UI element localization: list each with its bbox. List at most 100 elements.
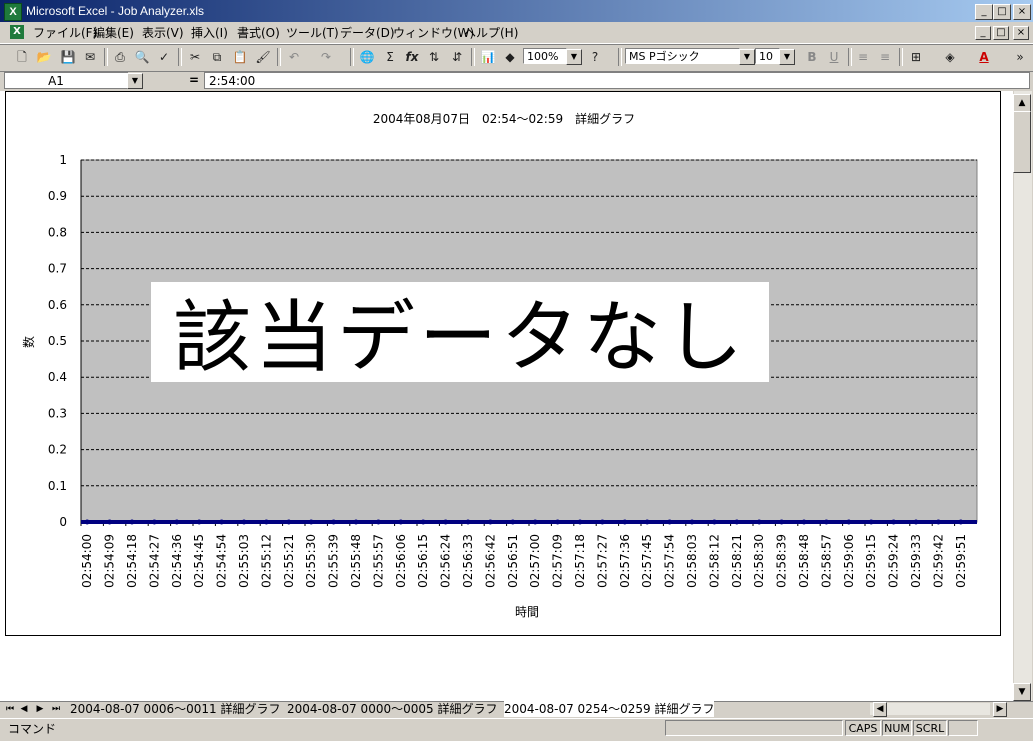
autosum-icon[interactable]: Σ	[380, 48, 400, 66]
scroll-thumb[interactable]	[1013, 111, 1031, 173]
sheet-tab-3-active[interactable]: 2004-08-07 0254～0259 詳細グラフ	[504, 701, 715, 717]
y-tick-label: 0.7	[48, 262, 67, 276]
scroll-up-button[interactable]: ▲	[1013, 94, 1031, 112]
doc-minimize-button[interactable]: _	[975, 26, 991, 40]
align-left-icon[interactable]: ≡	[853, 48, 873, 66]
last-sheet-icon[interactable]: ⏭	[50, 703, 62, 716]
excel-app-icon[interactable]: X	[4, 3, 22, 21]
x-tick-label: 02:57:18	[573, 534, 587, 588]
name-box[interactable]: A1	[4, 72, 128, 89]
next-sheet-icon[interactable]: ▶	[34, 703, 46, 716]
minimize-button[interactable]: _	[975, 4, 993, 20]
x-tick-label: 02:58:30	[752, 534, 766, 588]
hyperlink-icon[interactable]: 🌐	[357, 48, 377, 66]
toolbar-options-icon[interactable]: »	[1010, 48, 1030, 66]
undo-icon[interactable]: ↶	[284, 48, 304, 66]
sheet-tab-2[interactable]: 2004-08-07 0000～0005 詳細グラフ	[287, 701, 497, 717]
scroll-down-button[interactable]: ▼	[1013, 683, 1031, 701]
x-tick-label: 02:55:57	[371, 534, 385, 588]
data-point	[801, 519, 807, 525]
scroll-left-button[interactable]: ◀	[873, 702, 887, 717]
menu-file[interactable]: ファイル(F)	[33, 26, 97, 40]
zoom-combo[interactable]: 100%	[523, 48, 567, 64]
y-tick-label: 0.9	[48, 189, 67, 203]
data-point	[331, 519, 337, 525]
doc-restore-button[interactable]: □	[993, 26, 1009, 40]
format-painter-icon[interactable]: 🖌	[253, 48, 273, 66]
print-icon[interactable]: ⎙	[110, 48, 130, 66]
function-icon[interactable]: fx	[402, 48, 422, 66]
sort-descending-icon[interactable]: ⇵	[447, 48, 467, 66]
font-color-icon[interactable]: A	[974, 48, 994, 66]
new-file-icon[interactable]: 🗋	[12, 48, 32, 66]
toolbar-separator	[104, 48, 108, 66]
x-axis-label: 時間	[515, 605, 539, 619]
menu-help[interactable]: ヘルプ(H)	[464, 26, 518, 40]
data-point	[174, 519, 180, 525]
save-icon[interactable]: 💾	[58, 48, 78, 66]
y-tick-label: 0.5	[48, 334, 67, 348]
borders-icon[interactable]: ⊞	[906, 48, 926, 66]
menu-data[interactable]: データ(D)	[340, 26, 395, 40]
toolbar-separator	[350, 48, 354, 66]
horizontal-scrollbar[interactable]	[870, 703, 990, 715]
font-size-combo[interactable]: 10	[755, 48, 780, 64]
close-button[interactable]: ×	[1013, 4, 1031, 20]
menu-format[interactable]: 書式(O)	[237, 26, 280, 40]
fill-color-icon[interactable]: ◈	[940, 48, 960, 66]
zoom-dropdown-arrow[interactable]: ▼	[566, 49, 582, 65]
menu-view[interactable]: 表示(V)	[142, 26, 184, 40]
open-folder-icon[interactable]: 📂	[34, 48, 54, 66]
toolbar-separator	[277, 48, 281, 66]
spellcheck-icon[interactable]: ✓	[154, 48, 174, 66]
y-tick-label: 0.6	[48, 298, 67, 312]
chart-title: 2004年08月07日 02:54～02:59 詳細グラフ	[373, 111, 635, 126]
sheet-tab-1[interactable]: 2004-08-07 0006～0011 詳細グラフ	[70, 701, 280, 717]
cut-icon[interactable]: ✂	[185, 48, 205, 66]
data-point	[891, 519, 897, 525]
menu-window[interactable]: ウィンドウ(W)	[393, 26, 474, 40]
underline-button[interactable]: U	[824, 48, 844, 66]
data-point	[913, 519, 919, 525]
vertical-scrollbar[interactable]	[1013, 91, 1032, 701]
status-panel	[665, 720, 843, 736]
drawing-icon[interactable]: ◆	[500, 48, 520, 66]
help-icon[interactable]: ?	[585, 48, 605, 66]
bold-button[interactable]: B	[802, 48, 822, 66]
scroll-right-button[interactable]: ▶	[993, 702, 1007, 717]
menu-edit[interactable]: 編集(E)	[93, 26, 134, 40]
font-name-combo[interactable]: MS Pゴシック	[625, 48, 740, 64]
doc-close-button[interactable]: ×	[1013, 26, 1029, 40]
font-name-dropdown-arrow[interactable]: ▼	[739, 49, 755, 65]
x-tick-label: 02:58:57	[819, 534, 833, 588]
x-tick-label: 02:56:24	[439, 534, 453, 588]
prev-sheet-icon[interactable]: ◀	[18, 703, 30, 716]
menu-tools[interactable]: ツール(T)	[286, 26, 339, 40]
sort-ascending-icon[interactable]: ⇅	[424, 48, 444, 66]
chart-area[interactable]: 2004年08月07日 02:54～02:59 詳細グラフ 数 時間 1 0.9 0…	[5, 91, 1001, 636]
workbook-icon[interactable]: X	[10, 25, 24, 39]
data-point	[644, 519, 650, 525]
redo-icon[interactable]: ↷	[316, 48, 336, 66]
maximize-button[interactable]: □	[993, 4, 1011, 20]
menu-insert[interactable]: 挿入(I)	[191, 26, 228, 40]
data-point	[308, 519, 314, 525]
copy-icon[interactable]: ⧉	[207, 48, 227, 66]
print-preview-icon[interactable]: 🔍	[132, 48, 152, 66]
font-size-dropdown-arrow[interactable]: ▼	[779, 49, 795, 65]
align-center-icon[interactable]: ≡	[875, 48, 895, 66]
paste-icon[interactable]: 📋	[230, 48, 250, 66]
x-tick-label: 02:54:00	[80, 534, 94, 588]
x-tick-label: 02:58:39	[775, 534, 789, 588]
data-point	[555, 519, 561, 525]
y-tick-label: 0.4	[48, 370, 67, 384]
data-point	[622, 519, 628, 525]
y-tick-label: 0.8	[48, 225, 67, 239]
email-icon[interactable]: ✉	[80, 48, 100, 66]
formula-input[interactable]: 2:54:00	[204, 72, 1030, 89]
data-point	[689, 519, 695, 525]
name-box-dropdown-arrow[interactable]: ▼	[127, 73, 143, 89]
first-sheet-icon[interactable]: ⏮	[4, 703, 16, 716]
x-tick-label: 02:56:51	[506, 534, 520, 588]
chart-wizard-icon[interactable]: 📊	[478, 48, 498, 66]
